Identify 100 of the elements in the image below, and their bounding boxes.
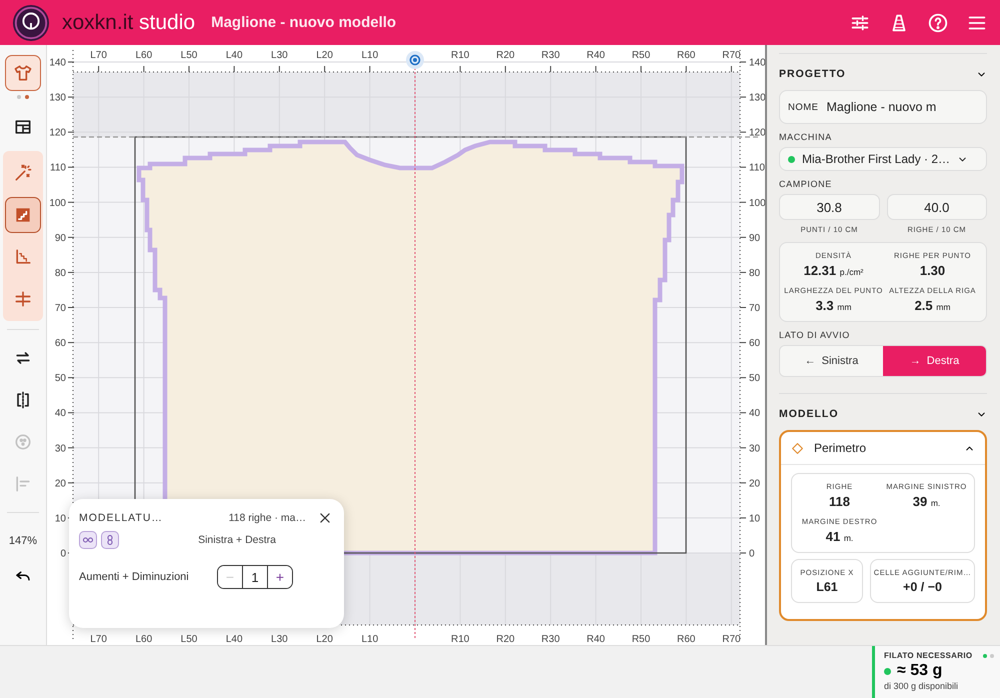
ruler-label: 90 — [54, 232, 66, 244]
ruler-label: 120 — [49, 128, 66, 139]
side-option[interactable]: ← Sinistra — [780, 346, 883, 376]
page-dot[interactable] — [983, 654, 987, 658]
field-caption: MACCHINA — [779, 132, 833, 142]
ruler-label: 0 — [749, 548, 755, 560]
ruler-label: L60 — [135, 50, 152, 61]
section-heading: PROGETTO — [779, 68, 846, 80]
ruler-label: 130 — [49, 92, 66, 104]
gauge-field[interactable]: 30.8 — [779, 194, 880, 220]
ruler-label: 10 — [749, 513, 760, 524]
field-caption: LATO DI AVVIO — [779, 330, 851, 340]
shirt-tool[interactable] — [5, 55, 41, 91]
ruler-label: 70 — [749, 303, 760, 314]
center-target-icon[interactable] — [406, 51, 424, 69]
ruler-label: 60 — [749, 338, 760, 350]
card-title: FILATO NECESSARIO — [884, 651, 972, 660]
side-option[interactable]: → Destra — [883, 346, 986, 376]
ruler-label: 100 — [49, 198, 66, 209]
ruler-label: 110 — [50, 162, 66, 174]
side-label: Sinistra + Destra — [198, 534, 276, 546]
yarn-amount: ≈ 53 g — [897, 662, 942, 680]
stat-value: 39 m. — [912, 494, 942, 509]
field-value: Maglione - nuovo m — [826, 100, 936, 114]
ruler-label: R40 — [586, 50, 605, 61]
ruler-label: 50 — [749, 373, 760, 384]
ruler-label: 120 — [749, 128, 765, 139]
ruler-label: L40 — [226, 634, 243, 645]
item-title: Perimetro — [814, 441, 868, 455]
ruler-label: 110 — [749, 162, 765, 174]
magic-wand-icon — [13, 163, 33, 183]
ruler-label: R30 — [541, 50, 560, 61]
ruler-label: R60 — [677, 50, 696, 61]
stat-value: 41 m. — [824, 529, 854, 544]
ruler-label: L20 — [316, 50, 333, 61]
ruler-label: R10 — [451, 50, 470, 61]
ruler-label: R50 — [632, 50, 650, 61]
ruler-label: 140 — [49, 58, 66, 69]
ruler-label: R20 — [496, 50, 515, 61]
ruler-label: R40 — [586, 634, 605, 645]
ruler-label: R70 — [722, 50, 741, 61]
ruler-label: 60 — [54, 338, 66, 350]
field-caption: CAMPIONE — [779, 179, 833, 189]
help-button[interactable] — [927, 12, 949, 34]
zoom-level: 147% — [8, 535, 38, 547]
field-label: NOME — [788, 102, 818, 112]
ruler-label: 40 — [749, 408, 760, 420]
page-dot[interactable] — [990, 654, 994, 658]
popup-title: MODELLATU… — [79, 512, 163, 524]
ruler-label: 50 — [54, 373, 66, 384]
ruler-label: 20 — [54, 478, 66, 490]
shirt-icon — [13, 63, 33, 83]
link-button[interactable] — [79, 531, 97, 549]
stat-value: +0 / −0 — [902, 580, 943, 594]
logo-icon — [12, 4, 50, 42]
ruler-label: 140 — [749, 58, 765, 69]
ruler-label: 130 — [749, 92, 765, 104]
close-icon — [318, 511, 332, 525]
machine-dropdown[interactable]: Mia-Brother First Lady · 2… — [779, 147, 987, 171]
stepper-value: 1 — [242, 566, 268, 588]
popup-summary: 118 righe · ma… — [228, 512, 306, 524]
number-stepper[interactable]: − 1 + — [217, 565, 293, 589]
field-label: Aumenti + Diminuzioni — [79, 570, 190, 585]
ruler-label: 20 — [749, 478, 760, 490]
split-lines-icon — [13, 289, 33, 309]
ruler-label: L70 — [90, 50, 107, 61]
ruler-label: L50 — [180, 634, 198, 645]
help-icon — [927, 12, 949, 34]
section-heading: MODELLO — [779, 408, 838, 420]
gauge-field[interactable]: 40.0 — [886, 194, 987, 220]
ruler-label: R60 — [677, 634, 696, 645]
ruler-label: L60 — [135, 634, 152, 645]
stat-value: L61 — [815, 580, 839, 594]
name-field[interactable]: NOME Maglione - nuovo m — [779, 90, 987, 124]
stat-value: 2.5 mm — [914, 298, 952, 313]
stairs-tool[interactable] — [5, 197, 41, 233]
ruler-label: R30 — [541, 634, 560, 645]
ruler-label: R20 — [496, 634, 515, 645]
ruler-label: 30 — [749, 443, 760, 454]
stat-value: 1.30 — [918, 263, 946, 278]
ruler-label: 80 — [749, 268, 760, 279]
sewing-button-icon — [13, 432, 33, 452]
stat-value: 3.3 mm — [814, 298, 852, 313]
ruler-label: L10 — [361, 634, 378, 645]
ruler-label: R70 — [722, 634, 741, 645]
stat-value: 118 — [828, 494, 851, 509]
document-title: Maglione - nuovo modello — [211, 14, 396, 31]
page-dot[interactable] — [17, 95, 21, 99]
ruler-label: R50 — [632, 634, 650, 645]
ruler-label: L50 — [180, 50, 198, 61]
ruler-label: 90 — [749, 232, 760, 244]
ruler-label: L40 — [226, 50, 243, 61]
ruler-label: R10 — [451, 634, 470, 645]
ruler-label: 10 — [54, 513, 66, 524]
close-button[interactable] — [318, 511, 332, 525]
ruler-label: 30 — [54, 443, 66, 454]
ruler-label: 70 — [54, 303, 66, 314]
dropdown-value: Mia-Brother First Lady · 2… — [802, 152, 950, 166]
page-dot[interactable] — [25, 95, 29, 99]
link-button[interactable] — [101, 531, 119, 549]
